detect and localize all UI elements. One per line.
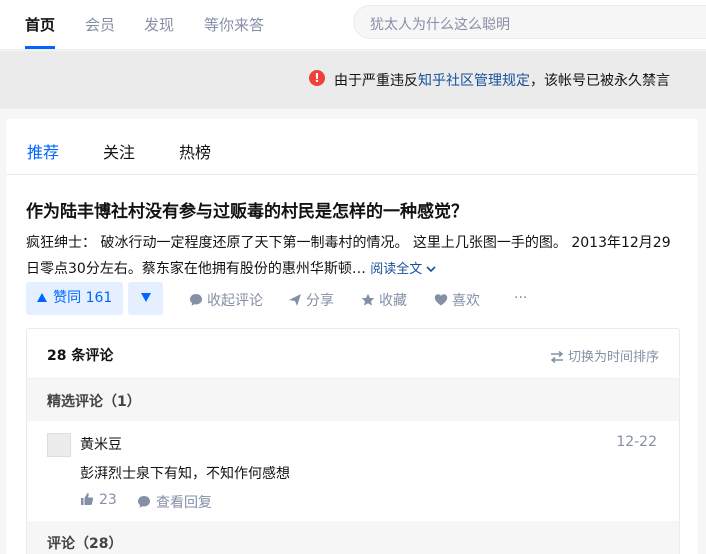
like-button[interactable]: 喜欢 xyxy=(434,290,480,310)
share-button[interactable]: 分享 xyxy=(288,290,334,310)
comments-header: 28 条评论 切换为时间排序 xyxy=(27,329,679,379)
nav-home[interactable]: 首页 xyxy=(25,14,55,35)
question-title[interactable]: 作为陆丰博社村没有参与过贩毒的村民是怎样的一种感觉？ xyxy=(26,197,468,222)
upvote-label: 赞同 161 xyxy=(53,290,113,306)
comment-like-count: 23 xyxy=(99,492,117,508)
comments-panel: 28 条评论 切换为时间排序 精选评论（1） 黄米豆 12-22 彭湃烈士泉下有… xyxy=(26,328,680,554)
comment-date: 12-22 xyxy=(616,434,657,450)
thumbs-up-icon xyxy=(81,493,94,505)
comment-count: 28 条评论 xyxy=(47,348,114,364)
warning-icon: ! xyxy=(309,70,325,86)
tab-trending[interactable]: 热榜 xyxy=(179,139,211,163)
ban-text-before: 由于严重违反 xyxy=(334,73,418,89)
view-replies-label: 查看回复 xyxy=(156,495,212,511)
comment-text: 彭湃烈士泉下有知，不知作何感想 xyxy=(80,466,290,482)
triangle-down-icon xyxy=(140,293,151,302)
ban-text-after: ，该帐号已被永久禁言 xyxy=(530,73,670,89)
community-rules-link[interactable]: 知乎社区管理规定 xyxy=(418,73,530,89)
nav-vip[interactable]: 会员 xyxy=(85,14,115,35)
nav-waiting-answers[interactable]: 等你来答 xyxy=(204,14,264,35)
top-nav-bar: 首页 会员 发现 等你来答 犹太人为什么这么聪明 xyxy=(0,0,706,50)
collapse-comments-label: 收起评论 xyxy=(207,293,263,309)
share-label: 分享 xyxy=(306,293,334,309)
all-comments-header: 评论（28） xyxy=(27,521,679,554)
upvote-button[interactable]: 赞同 161 xyxy=(26,282,123,315)
featured-comments-label: 精选评论（1） xyxy=(47,394,141,410)
avatar[interactable] xyxy=(47,433,71,457)
nav-discover[interactable]: 发现 xyxy=(144,14,174,35)
triangle-up-icon xyxy=(36,293,47,302)
answer-actions: 赞同 161 收起评论 分享 收藏 喜欢 ··· xyxy=(26,282,686,316)
like-label: 喜欢 xyxy=(452,293,480,309)
search-input[interactable]: 犹太人为什么这么聪明 xyxy=(370,14,510,34)
sort-by-time-button[interactable]: 切换为时间排序 xyxy=(550,346,659,365)
comment-like-button[interactable]: 23 xyxy=(80,492,117,508)
star-icon xyxy=(361,293,375,306)
comment-bubble-icon xyxy=(190,294,202,306)
switch-arrows-icon xyxy=(550,350,564,364)
heart-icon xyxy=(434,294,448,306)
answer-author[interactable]: 疯狂绅士： xyxy=(26,235,96,251)
all-comments-label: 评论（28） xyxy=(47,536,123,552)
collapse-comments-button[interactable]: 收起评论 xyxy=(189,290,263,310)
comment-username[interactable]: 黄米豆 xyxy=(80,434,122,454)
comment-item: 黄米豆 12-22 彭湃烈士泉下有知，不知作何感想 23 查看回复 xyxy=(27,421,679,521)
ban-notice-banner: ! 由于严重违反知乎社区管理规定，该帐号已被永久禁言 xyxy=(0,51,706,109)
answer-excerpt[interactable]: 疯狂绅士： 破冰行动一定程度还原了天下第一制毒村的情况。 这里上几张图一手的图。… xyxy=(26,230,682,283)
chevron-down-icon xyxy=(426,266,437,273)
answer-excerpt-text: 破冰行动一定程度还原了天下第一制毒村的情况。 这里上几张图一手的图。 2013年… xyxy=(26,235,671,277)
share-icon xyxy=(289,294,301,306)
comment-bubble-icon xyxy=(138,496,150,508)
favorite-button[interactable]: 收藏 xyxy=(361,290,407,310)
feed-tabs: 推荐 关注 热榜 xyxy=(6,119,698,175)
read-more-link[interactable]: 阅读全文 xyxy=(370,262,437,277)
nav-active-indicator xyxy=(25,46,55,49)
tab-following[interactable]: 关注 xyxy=(103,139,135,163)
search-box[interactable]: 犹太人为什么这么聪明 xyxy=(353,5,706,39)
tab-recommend[interactable]: 推荐 xyxy=(27,139,59,163)
view-replies-button[interactable]: 查看回复 xyxy=(137,492,212,512)
read-more-label: 阅读全文 xyxy=(370,262,423,277)
downvote-button[interactable] xyxy=(128,282,163,315)
more-options-button[interactable]: ··· xyxy=(514,290,527,306)
feed-card: 推荐 关注 热榜 作为陆丰博社村没有参与过贩毒的村民是怎样的一种感觉？ 疯狂绅士… xyxy=(6,119,698,554)
ban-notice-text: 由于严重违反知乎社区管理规定，该帐号已被永久禁言 xyxy=(334,70,670,90)
favorite-label: 收藏 xyxy=(379,293,407,309)
sort-label: 切换为时间排序 xyxy=(567,350,659,365)
featured-comments-header: 精选评论（1） xyxy=(27,379,679,421)
